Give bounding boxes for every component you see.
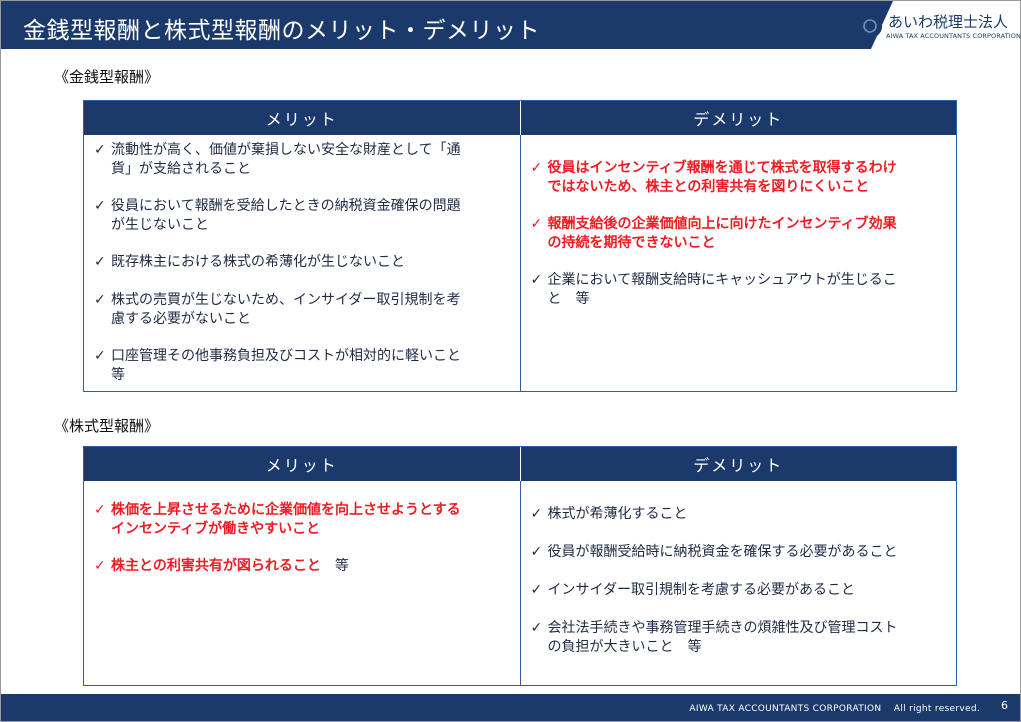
check-icon: ✓ [530, 582, 543, 598]
slide-header: 金銭型報酬と株式型報酬のメリット・デメリット あいわ税理士法人 AIWA TAX… [1, 1, 1021, 55]
item-line: と 等 [547, 291, 590, 307]
logo-name: あいわ税理士法人 [888, 13, 1009, 31]
item-line: ではないため、株主との利害共有を図りにくいこと [547, 179, 870, 195]
item-line: 株式の売買が生じないため、インサイダー取引規制を考 [111, 292, 461, 308]
list-item: ✓ 会社法手続きや事務管理手続きの煩雑性及び管理コスト の負担が大きいこと 等 [531, 619, 945, 657]
check-icon: ✓ [94, 348, 106, 364]
list-item: ✓ 既存株主における株式の希薄化が生じないこと [94, 253, 508, 272]
section-label-stock: 《株式型報酬》 [54, 417, 160, 435]
title-bar: 金銭型報酬と株式型報酬のメリット・デメリット [1, 1, 893, 49]
page-number: 6 [1001, 699, 1008, 712]
item-line: 株価を上昇させるために企業価値を向上させようとする [111, 502, 461, 518]
table-header: メリット デメリット [84, 101, 956, 135]
merit-column: ✓ 株価を上昇させるために企業価値を向上させようとする インセンティブが働きやす… [84, 481, 520, 685]
item-line: 企業において報酬支給時にキャッシュアウトが生じるこ [547, 272, 897, 288]
comparison-table-stock: メリット デメリット ✓ 株価を上昇させるために企業価値を向上させようとする イ… [83, 446, 957, 686]
logo-mark-icon [857, 13, 883, 39]
item-line: 貨」が支給されること [111, 161, 251, 177]
item-line: インセンティブが働きやすいこと [111, 521, 321, 537]
list-item: ✓ 流動性が高く、価値が棄損しない安全な財産として「通 貨」が支給されること [94, 141, 508, 179]
check-icon: ✓ [530, 544, 543, 560]
slide-footer: AIWA TAX ACCOUNTANTS CORPORATION All rig… [1, 694, 1020, 721]
check-icon: ✓ [530, 160, 543, 176]
header-demerit: デメリット [519, 447, 957, 481]
item-line: の持続を期待できないこと [547, 235, 716, 251]
item-line: の負担が大きいこと 等 [547, 639, 702, 655]
check-icon: ✓ [94, 198, 106, 214]
item-line: 役員において報酬を受給したときの納税資金確保の問題 [111, 198, 461, 214]
list-item: ✓ インサイダー取引規制を考慮する必要があること [531, 581, 945, 600]
check-icon: ✓ [94, 558, 106, 574]
item-line: 口座管理その他事務負担及びコストが相対的に軽いこと [111, 348, 461, 364]
check-icon: ✓ [530, 272, 543, 288]
merit-column: ✓ 流動性が高く、価値が棄損しない安全な財産として「通 貨」が支給されること ✓… [84, 135, 520, 391]
list-item: ✓ 役員はインセンティブ報酬を通じて株式を取得するわけ ではないため、株主との利… [531, 159, 945, 197]
check-icon: ✓ [530, 620, 543, 636]
list-item: ✓ 企業において報酬支給時にキャッシュアウトが生じるこ と 等 [531, 271, 945, 309]
header-merit: メリット [265, 456, 338, 475]
item-line: 報酬支給後の企業価値向上に向けたインセンティブ効果 [547, 216, 897, 232]
table-body: ✓ 株価を上昇させるために企業価値を向上させようとする インセンティブが働きやす… [84, 481, 956, 685]
demerit-column: ✓ 役員はインセンティブ報酬を通じて株式を取得するわけ ではないため、株主との利… [519, 135, 957, 391]
item-line: 等 [111, 367, 125, 383]
list-item: ✓ 株式が希薄化すること [531, 505, 945, 524]
item-line: インサイダー取引規制を考慮する必要があること [547, 582, 855, 598]
header-merit: メリット [265, 110, 338, 129]
list-item: ✓ 口座管理その他事務負担及びコストが相対的に軽いこと 等 [94, 347, 508, 385]
table-body: ✓ 流動性が高く、価値が棄損しない安全な財産として「通 貨」が支給されること ✓… [84, 135, 956, 391]
item-line: 慮する必要がないこと [111, 311, 251, 327]
check-icon: ✓ [94, 254, 106, 270]
check-icon: ✓ [94, 142, 106, 158]
item-line: 株主との利害共有が図られること [111, 558, 321, 574]
item-line: 流動性が高く、価値が棄損しない安全な財産として「通 [111, 142, 461, 158]
list-item: ✓ 株主との利害共有が図られること 等 [94, 557, 508, 576]
table-header: メリット デメリット [84, 447, 956, 481]
check-icon: ✓ [530, 216, 543, 232]
item-line: 役員が報酬受給時に納税資金を確保する必要があること [547, 544, 898, 560]
demerit-column: ✓ 株式が希薄化すること ✓ 役員が報酬受給時に納税資金を確保する必要があること… [519, 481, 957, 685]
section-label-cash: 《金銭型報酬》 [54, 68, 160, 86]
list-item: ✓ 株価を上昇させるために企業価値を向上させようとする インセンティブが働きやす… [94, 501, 508, 539]
item-suffix: 等 [320, 558, 349, 574]
item-line: 株式が希薄化すること [547, 506, 688, 522]
list-item: ✓ 株式の売買が生じないため、インサイダー取引規制を考 慮する必要がないこと [94, 291, 508, 329]
check-icon: ✓ [94, 502, 106, 518]
list-item: ✓ 報酬支給後の企業価値向上に向けたインセンティブ効果 の持続を期待できないこと [531, 215, 945, 253]
comparison-table-cash: メリット デメリット ✓ 流動性が高く、価値が棄損しない安全な財産として「通 貨… [83, 100, 957, 392]
check-icon: ✓ [94, 292, 106, 308]
footer-copyright: AIWA TAX ACCOUNTANTS CORPORATION All rig… [689, 704, 980, 714]
item-line: 会社法手続きや事務管理手続きの煩雑性及び管理コスト [547, 620, 898, 636]
list-item: ✓ 役員において報酬を受給したときの納税資金確保の問題 が生じないこと [94, 197, 508, 235]
logo-subtitle: AIWA TAX ACCOUNTANTS CORPORATION [886, 32, 1021, 40]
item-line: 役員はインセンティブ報酬を通じて株式を取得するわけ [547, 160, 897, 176]
company-logo: あいわ税理士法人 AIWA TAX ACCOUNTANTS CORPORATIO… [856, 8, 1021, 48]
header-demerit: デメリット [519, 101, 957, 135]
item-line: 既存株主における株式の希薄化が生じないこと [111, 254, 405, 270]
list-item: ✓ 役員が報酬受給時に納税資金を確保する必要があること [531, 543, 945, 562]
check-icon: ✓ [530, 506, 543, 522]
item-line: が生じないこと [111, 217, 209, 233]
slide-title: 金銭型報酬と株式型報酬のメリット・デメリット [23, 18, 540, 44]
